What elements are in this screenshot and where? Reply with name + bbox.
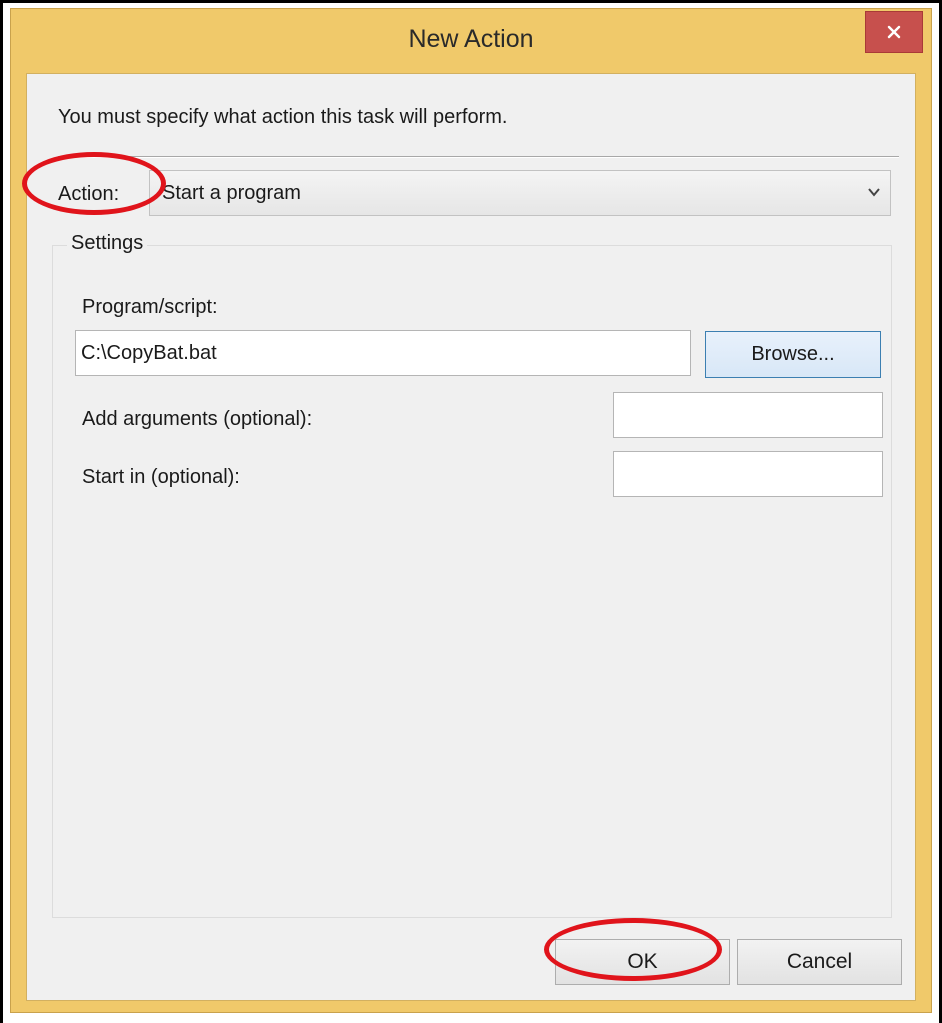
program-script-label: Program/script: [82, 296, 218, 318]
add-arguments-label: Add arguments (optional): [82, 408, 313, 430]
action-dropdown[interactable]: Start a program [149, 170, 891, 216]
new-action-dialog: New Action You must specify what action … [10, 8, 932, 1013]
close-icon [886, 24, 902, 40]
window-title: New Action [408, 25, 534, 53]
instruction-text: You must specify what action this task w… [58, 106, 508, 128]
browse-button[interactable]: Browse... [705, 331, 881, 378]
action-dropdown-value: Start a program [162, 182, 301, 204]
ok-button[interactable]: OK [555, 939, 730, 985]
program-script-input[interactable] [75, 330, 691, 376]
close-button[interactable] [865, 11, 923, 53]
separator [58, 156, 899, 158]
add-arguments-input[interactable] [613, 392, 883, 438]
chevron-down-icon [866, 184, 882, 205]
settings-legend: Settings [67, 232, 148, 255]
dialog-body: You must specify what action this task w… [26, 73, 916, 1001]
start-in-label: Start in (optional): [82, 466, 240, 488]
cancel-button[interactable]: Cancel [737, 939, 902, 985]
start-in-input[interactable] [613, 451, 883, 497]
title-bar[interactable]: New Action [11, 9, 931, 73]
action-label: Action: [58, 183, 120, 205]
